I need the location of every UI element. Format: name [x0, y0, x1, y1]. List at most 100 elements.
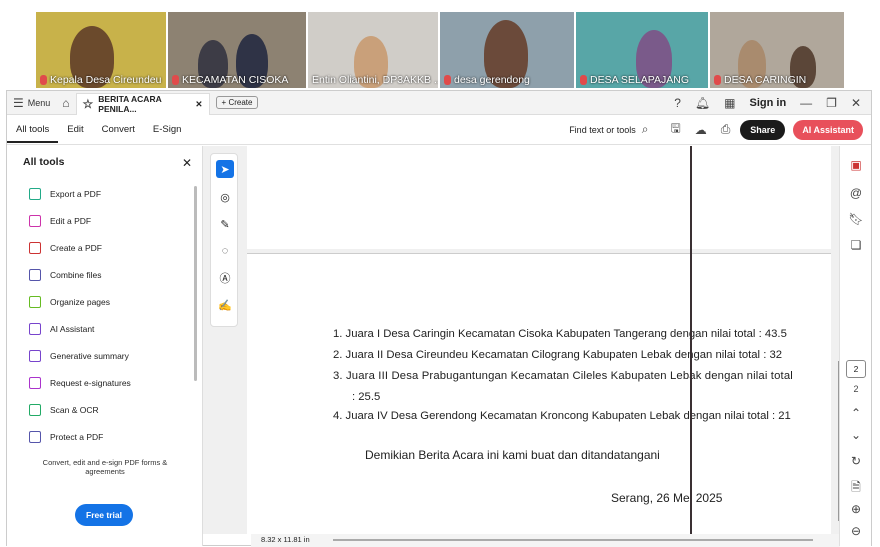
- page-fit-icon[interactable]: 🗎︎: [848, 478, 864, 499]
- doc-closing: Demikian Berita Acara ini kami buat dan …: [365, 448, 660, 462]
- close-tab-icon[interactable]: ✕: [195, 99, 202, 110]
- tool-organize-pages[interactable]: Organize pages: [29, 296, 110, 308]
- create-pdf-icon: [29, 242, 41, 254]
- tool-request-esignatures[interactable]: Request e-signatures: [29, 377, 131, 389]
- acrobat-window: ☰ Menu ⌂ ☆ BERITA ACARA PENILA... ✕ + Creat…: [6, 90, 872, 547]
- tool-ai-assistant[interactable]: AI Assistant: [29, 323, 94, 335]
- find-tools[interactable]: Find text or tools ⌕: [569, 122, 648, 137]
- screen-annotation-line: [690, 146, 692, 534]
- edit-pdf-icon: [29, 215, 41, 227]
- menu-convert[interactable]: Convert: [93, 124, 144, 135]
- all-tools-panel: All tools ✕ Export a PDF Edit a PDF Crea…: [7, 146, 203, 546]
- comment-icon[interactable]: ◎: [216, 188, 234, 206]
- bell-icon[interactable]: 🔔︎: [695, 96, 710, 110]
- panel-title: All tools: [23, 156, 65, 168]
- mic-muted-icon: [444, 75, 451, 85]
- generative-summary-icon: [29, 350, 41, 362]
- minimize-icon[interactable]: —: [800, 96, 812, 110]
- organize-pages-icon: [29, 296, 41, 308]
- zoom-in-icon[interactable]: ⊕: [848, 502, 864, 516]
- save-icon[interactable]: 🖫︎: [670, 119, 680, 140]
- panel-scrollbar[interactable]: [194, 186, 197, 381]
- signature-icon[interactable]: ✍: [216, 296, 234, 314]
- combine-files-icon: [29, 269, 41, 281]
- help-icon[interactable]: ?: [674, 96, 681, 110]
- apps-grid-icon[interactable]: ▦: [724, 96, 735, 110]
- home-button[interactable]: ⌂: [56, 96, 75, 110]
- doc-line: 3. Juara III Desa Prabugantungan Kecamat…: [333, 370, 793, 382]
- participant-name: KECAMATAN CISOKA: [182, 74, 289, 86]
- free-trial-button[interactable]: Free trial: [75, 504, 133, 526]
- video-tile[interactable]: Kepala Desa Cireundeu: [36, 12, 166, 88]
- menu-all-tools[interactable]: All tools: [7, 116, 59, 143]
- upload-cloud-icon[interactable]: ☁︎: [695, 123, 707, 137]
- horizontal-scrollbar[interactable]: [333, 539, 813, 541]
- tool-create-pdf[interactable]: Create a PDF: [29, 242, 102, 254]
- video-tile[interactable]: DESA SELAPAJANG: [576, 12, 708, 88]
- lasso-icon[interactable]: ◌: [216, 242, 234, 260]
- star-icon: ☆: [82, 97, 94, 111]
- mic-muted-icon: [172, 75, 179, 85]
- menu-button[interactable]: ☰ Menu: [7, 96, 56, 110]
- participant-name: DESA CARINGIN: [724, 74, 807, 86]
- doc-line: 2. Juara II Desa Cireundeu Kecamatan Cil…: [333, 349, 783, 361]
- menu-edit[interactable]: Edit: [58, 124, 92, 135]
- tab-bar: ☰ Menu ⌂ ☆ BERITA ACARA PENILA... ✕ + Creat…: [7, 91, 871, 115]
- pen-icon[interactable]: ✎: [216, 215, 234, 233]
- tool-export-pdf[interactable]: Export a PDF: [29, 188, 101, 200]
- pdf-page-2: 1. Juara I Desa Caringin Kecamatan Cisok…: [247, 253, 831, 543]
- request-esignature-icon: [29, 377, 41, 389]
- doc-line: 1. Juara I Desa Caringin Kecamatan Cisok…: [333, 328, 787, 340]
- video-tile[interactable]: KECAMATAN CISOKA: [168, 12, 306, 88]
- close-window-icon[interactable]: ✕: [851, 96, 861, 110]
- zoom-out-icon[interactable]: ⊖: [848, 524, 864, 538]
- tool-protect-pdf[interactable]: Protect a PDF: [29, 431, 103, 443]
- select-cursor-icon[interactable]: ➤: [216, 160, 234, 178]
- home-icon: ⌂: [62, 95, 70, 110]
- tool-edit-pdf[interactable]: Edit a PDF: [29, 215, 91, 227]
- print-icon[interactable]: ⎙: [721, 122, 731, 137]
- participant-name: Kepala Desa Cireundeu: [50, 74, 162, 86]
- video-call-strip: Kepala Desa Cireundeu KECAMATAN CISOKA E…: [0, 0, 880, 90]
- document-tab[interactable]: ☆ BERITA ACARA PENILA... ✕: [75, 92, 210, 115]
- text-box-icon[interactable]: Ⓐ: [216, 269, 234, 287]
- participant-name: Entin Oliantini, DP3AKKB ...: [312, 74, 438, 86]
- participant-name: desa gerendong: [454, 74, 530, 86]
- hamburger-icon: ☰: [13, 95, 24, 110]
- chevron-up-icon[interactable]: ⌃: [848, 406, 864, 420]
- protect-pdf-icon: [29, 431, 41, 443]
- participant-name: DESA SELAPAJANG: [590, 74, 690, 86]
- comment-panel-icon[interactable]: ▣: [848, 158, 864, 172]
- menu-esign[interactable]: E-Sign: [144, 124, 191, 135]
- tool-scan-ocr[interactable]: Scan & OCR: [29, 404, 99, 416]
- ai-assistant-icon: [29, 323, 41, 335]
- refresh-icon[interactable]: ↻: [848, 454, 864, 468]
- video-tile[interactable]: desa gerendong: [440, 12, 574, 88]
- pages-icon[interactable]: ❏: [848, 238, 864, 252]
- share-button[interactable]: Share: [740, 119, 786, 140]
- annotation-toolbar: ➤ ◎ ✎ ◌ Ⓐ ✍: [210, 153, 238, 327]
- status-bar: 8.32 x 11.81 in: [251, 534, 840, 547]
- document-viewer[interactable]: 1. Juara I Desa Caringin Kecamatan Cisok…: [203, 146, 840, 543]
- video-tile[interactable]: Entin Oliantini, DP3AKKB ...: [308, 12, 438, 88]
- export-pdf-icon: [29, 188, 41, 200]
- doc-place-date: Serang, 26 Mei 2025: [611, 491, 723, 505]
- at-mention-icon[interactable]: @: [848, 186, 864, 200]
- doc-line: : 25.5: [352, 391, 381, 403]
- maximize-icon[interactable]: ❐: [826, 96, 837, 110]
- sign-in-button[interactable]: Sign in: [750, 97, 787, 109]
- pdf-page-1: [247, 146, 831, 249]
- tool-combine-files[interactable]: Combine files: [29, 269, 102, 281]
- mic-muted-icon: [714, 75, 721, 85]
- ai-assistant-button[interactable]: AI Assistant: [793, 119, 863, 140]
- bookmark-icon[interactable]: 🔖︎: [848, 212, 864, 226]
- create-button[interactable]: + Create: [215, 96, 259, 109]
- chevron-down-icon[interactable]: ⌄: [848, 428, 864, 442]
- total-pages: 2: [853, 384, 859, 394]
- tool-generative-summary[interactable]: Generative summary: [29, 350, 129, 362]
- current-page-input[interactable]: 2: [846, 360, 866, 378]
- video-tile[interactable]: DESA CARINGIN: [710, 12, 844, 88]
- search-icon: ⌕: [641, 122, 649, 136]
- close-panel-icon[interactable]: ✕: [182, 156, 192, 170]
- page-size: 8.32 x 11.81 in: [261, 535, 310, 544]
